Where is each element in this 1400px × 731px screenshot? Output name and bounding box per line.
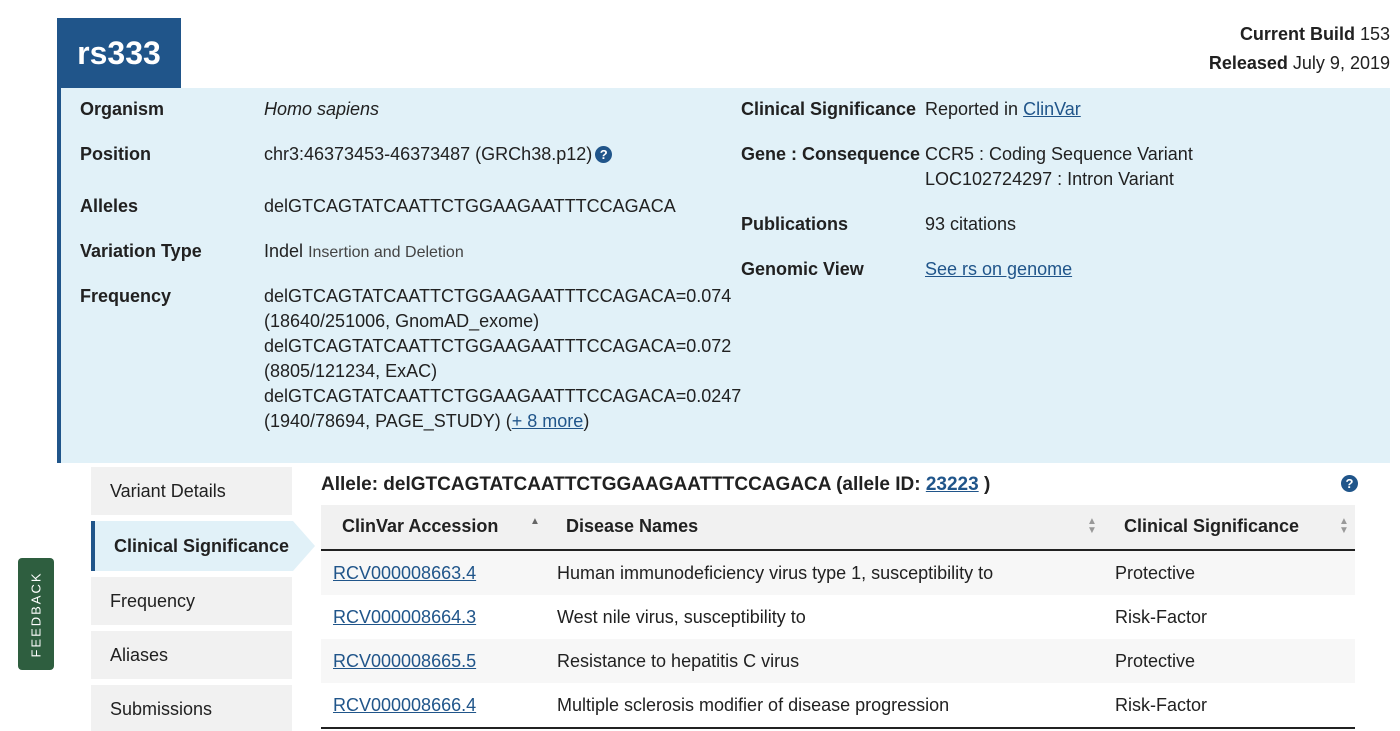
frequency-last-line: (1940/78694, PAGE_STUDY) (+ 8 more) [264,409,741,434]
frequency-line: delGTCAGTATCAATTCTGGAAGAATTTCCAGACA=0.07… [264,286,732,306]
genomic-view-value: See rs on genome [925,257,1072,282]
accession-link[interactable]: RCV000008665.5 [333,651,476,671]
table-row: RCV000008665.5 Resistance to hepatitis C… [321,639,1355,683]
gene-line: CCR5 : Coding Sequence Variant [925,144,1193,164]
disease-name: Human immunodeficiency virus type 1, sus… [557,563,994,583]
nav-aliases[interactable]: Aliases [91,631,292,679]
frequency-line: (8805/121234, ExAC) [264,361,438,381]
frequency-line: (1940/78694, PAGE_STUDY) ( [264,411,512,431]
see-rs-on-genome-link[interactable]: See rs on genome [925,259,1072,279]
allele-heading: Allele: delGTCAGTATCAATTCTGGAAGAATTTCCAG… [321,474,990,496]
sort-asc-icon[interactable]: ▲ [530,517,540,527]
disease-name: West nile virus, susceptibility to [557,607,806,627]
released-value: July 9, 2019 [1292,53,1390,73]
table-header: ClinVar Accession ▲ Disease Names ▲ ▼ Cli… [321,505,1355,551]
question-circle-icon[interactable]: ? [1341,475,1358,492]
publications-label: Publications [741,214,849,234]
genomic-view-label: Genomic View [741,259,864,279]
accession-link[interactable]: RCV000008666.4 [333,695,476,715]
col-clinvar-accession[interactable]: ClinVar Accession [342,516,498,537]
variation-type-row: Indel Insertion and Deletion [264,239,464,265]
organism-label: Organism [80,99,165,119]
table-row: RCV000008664.3 West nile virus, suscepti… [321,595,1355,639]
disease-name: Resistance to hepatitis C virus [557,651,800,671]
disease-name: Multiple sclerosis modifier of disease p… [557,695,950,715]
nav-variant-details[interactable]: Variant Details [91,467,292,515]
feedback-label: FEEDBACK [28,570,44,658]
gene-consequence-value: CCR5 : Coding Sequence Variant LOC102724… [925,142,1193,192]
significance: Risk-Factor [1115,607,1208,627]
significance: Protective [1115,563,1196,583]
frequency-close: ) [583,411,590,431]
build-label: Current Build [1239,24,1355,44]
variation-type-sub: Insertion and Deletion [308,244,464,261]
variation-type-label: Variation Type [80,241,202,261]
clinical-significance-label: Clinical Significance [741,99,917,119]
table-bottom-border [321,727,1355,729]
table-row: RCV000008663.4 Human immunodeficiency vi… [321,551,1355,595]
more-frequencies-link[interactable]: + 8 more [512,411,584,431]
col-disease-names[interactable]: Disease Names [566,516,698,537]
alleles-label: Alleles [80,196,139,216]
organism-value: Homo sapiens [264,99,380,119]
nav-frequency[interactable]: Frequency [91,577,292,625]
significance: Risk-Factor [1115,695,1208,715]
build-value: 153 [1359,24,1390,44]
gene-consequence-label: Gene : Consequence [741,144,921,164]
significance: Protective [1115,651,1196,671]
variation-type-value: Indel [264,241,304,261]
position-row: chr3:46373453-46373487 (GRCh38.p12)? [264,142,613,167]
rsid-title: rs333 [57,18,181,88]
sort-arrows-icon[interactable]: ▲ ▼ [1087,517,1097,536]
build-info: Current Build 153 Released July 9, 2019 [1209,20,1390,78]
summary-panel: Organism Homo sapiens Position chr3:4637… [57,88,1390,463]
frequency-line: (18640/251006, GnomAD_exome) [264,311,540,331]
clinsig-prefix: Reported in [925,99,1019,119]
accession-link[interactable]: RCV000008664.3 [333,607,476,627]
released-label: Released [1208,53,1288,73]
alleles-value: delGTCAGTATCAATTCTGGAAGAATTTCCAGACA [264,196,676,216]
clinvar-link[interactable]: ClinVar [1023,99,1081,119]
frequency-line: delGTCAGTATCAATTCTGGAAGAATTTCCAGACA=0.02… [264,386,742,406]
col-clinical-significance[interactable]: Clinical Significance [1124,516,1299,537]
accession-link[interactable]: RCV000008663.4 [333,563,476,583]
nav-submissions[interactable]: Submissions [91,685,292,731]
frequency-line: delGTCAGTATCAATTCTGGAAGAATTTCCAGACA=0.07… [264,336,732,356]
question-circle-icon[interactable]: ? [595,146,613,163]
allele-suffix: ) [978,474,991,495]
table-row: RCV000008666.4 Multiple sclerosis modifi… [321,683,1355,727]
allele-prefix: Allele: delGTCAGTATCAATTCTGGAAGAATTTCCAG… [321,474,926,495]
frequency-label: Frequency [80,286,172,306]
publications-value: 93 citations [925,214,1017,234]
position-label: Position [80,144,151,164]
feedback-button[interactable]: FEEDBACK [18,558,54,670]
clinvar-table: ClinVar Accession ▲ Disease Names ▲ ▼ Cli… [321,505,1355,729]
allele-id-link[interactable]: 23223 [926,474,979,495]
frequency-block: delGTCAGTATCAATTCTGGAAGAATTTCCAGACA=0.07… [264,284,741,434]
nav-clinical-significance[interactable]: Clinical Significance [91,521,315,571]
sort-arrows-icon[interactable]: ▲ ▼ [1339,517,1349,536]
gene-line: LOC102724297 : Intron Variant [925,169,1174,189]
position-value: chr3:46373453-46373487 (GRCh38.p12) [264,144,593,164]
clinical-significance-value: Reported in ClinVar [925,97,1081,122]
